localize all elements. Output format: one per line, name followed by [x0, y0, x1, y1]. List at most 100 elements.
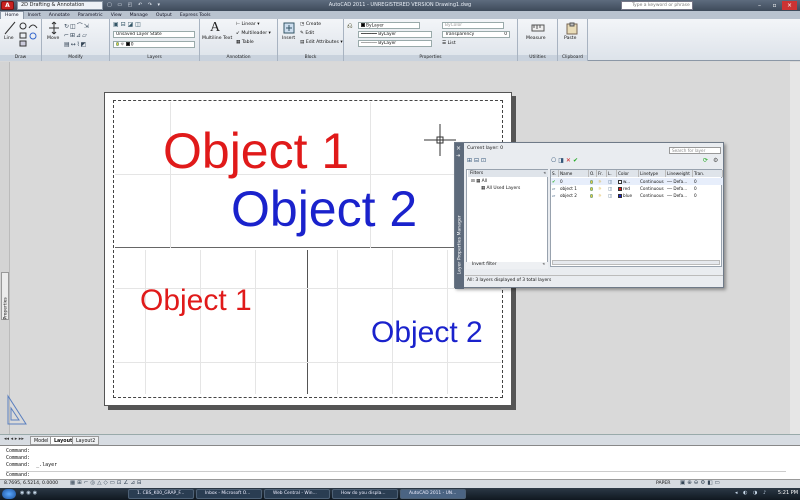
taskbar-item-active[interactable]: AutoCAD 2011 - UN...: [400, 489, 466, 499]
multiline-text-icon[interactable]: A: [210, 20, 220, 36]
column-header[interactable]: Color: [617, 170, 639, 177]
create-block-button[interactable]: ◳ Create: [300, 22, 321, 27]
layer-tools-icons[interactable]: ▣ ⊟ ◪ ◫: [113, 21, 153, 29]
collapse-icon[interactable]: «: [542, 262, 548, 267]
paste-icon[interactable]: [566, 22, 578, 35]
layer-lineweight[interactable]: ── Defa...: [667, 192, 693, 199]
column-header[interactable]: L.: [607, 170, 617, 177]
multileader-button[interactable]: ↙ Multileader ▾: [236, 31, 271, 36]
annotation-panel-title[interactable]: Annotation: [200, 55, 277, 61]
layer-name[interactable]: object 2: [560, 192, 589, 199]
modify-panel-title[interactable]: Modify: [42, 55, 109, 61]
linetype-dropdown[interactable]: ────── ByLayer: [358, 40, 432, 47]
taskbar-item[interactable]: Web Central - Win...: [264, 489, 330, 499]
layer-row[interactable]: ✔ 0 ☼ ◫ w... Continuous ── Defa... 0: [551, 178, 723, 185]
modify-tools-icons[interactable]: ↻◫⌒⇲ ⌐⊞⊿▱ ▤↔⌇◩: [64, 22, 108, 48]
line-icon[interactable]: [4, 21, 16, 35]
tree-node-used[interactable]: ▦ All Used Layers: [481, 186, 520, 191]
column-header[interactable]: Fr.: [597, 170, 607, 177]
minimize-icon[interactable]: –: [752, 1, 767, 10]
command-line-window[interactable]: Command: Command: Command: _.layer Comma…: [0, 445, 800, 479]
insert-block-icon[interactable]: [283, 22, 295, 34]
draw-panel-title[interactable]: Draw: [0, 55, 41, 61]
layer-lineweight[interactable]: ── Defa...: [667, 185, 693, 192]
tree-node-all[interactable]: ⊟ ▦ All: [471, 179, 487, 184]
column-header[interactable]: S.: [551, 170, 559, 177]
properties-palette-tab[interactable]: Properties: [1, 272, 9, 320]
palette-title-bar[interactable]: × ⇥ Layer Properties Manager: [455, 143, 464, 289]
column-header[interactable]: O.: [589, 170, 597, 177]
object-2-text-large[interactable]: Object 2: [231, 184, 417, 234]
bulb-icon[interactable]: [590, 192, 597, 199]
layer-color[interactable]: w...: [618, 178, 639, 185]
tab-navigation-arrows[interactable]: ◂◂ ◂ ▸ ▸▸: [4, 436, 24, 442]
object-1-text-small[interactable]: Object 1: [140, 286, 252, 316]
layer-name[interactable]: 0: [560, 178, 589, 185]
multiline-text-button[interactable]: Multiline Text: [202, 36, 232, 41]
taskbar-item[interactable]: Inbox - Microsoft O...: [196, 489, 262, 499]
layer-transparency[interactable]: 0: [694, 178, 722, 185]
viewport-bottom[interactable]: Object 1 Object 2: [115, 250, 501, 394]
properties-panel-title[interactable]: Properties: [344, 55, 517, 61]
layer-lineweight[interactable]: ── Defa...: [667, 178, 693, 185]
horizontal-scrollbar[interactable]: [552, 260, 720, 265]
layer-linetype[interactable]: Continuous: [640, 178, 666, 185]
unlock-icon[interactable]: ◫: [608, 178, 617, 185]
tab-layout2[interactable]: Layout2: [72, 436, 100, 445]
maximize-icon[interactable]: ▫: [767, 1, 782, 10]
unlock-icon[interactable]: ◫: [608, 185, 617, 192]
collapse-icon[interactable]: «: [543, 170, 548, 177]
current-layer-dropdown[interactable]: ☼ 0: [113, 41, 195, 48]
move-icon[interactable]: [48, 21, 60, 35]
match-properties-icon[interactable]: ⎌: [347, 22, 353, 31]
command-input[interactable]: Command:: [6, 471, 786, 478]
block-panel-title[interactable]: Block: [278, 55, 343, 61]
unlock-icon[interactable]: ◫: [608, 192, 617, 199]
column-header[interactable]: Tran.: [693, 170, 723, 177]
layer-transparency[interactable]: 0: [694, 185, 722, 192]
bulb-icon[interactable]: [590, 185, 597, 192]
layer-row[interactable]: ▱ object 1 ☼ ◫ red Continuous ── Defa...…: [551, 185, 723, 192]
sun-icon[interactable]: ☼: [598, 185, 607, 192]
layer-state-dropdown[interactable]: Unsaved Layer State: [113, 31, 195, 38]
coordinate-readout[interactable]: 8.7695, 6.5214, 0.0000: [4, 481, 58, 486]
refresh-icon[interactable]: ⟳: [703, 157, 708, 164]
paste-button[interactable]: Paste: [564, 36, 576, 41]
bulb-icon[interactable]: [590, 178, 597, 185]
taskbar-item[interactable]: 1. CBS_K00_GRAP_F...: [128, 489, 194, 499]
column-header[interactable]: Name: [559, 170, 589, 177]
color-dropdown[interactable]: ByLayer: [358, 22, 420, 29]
close-icon[interactable]: ×: [782, 1, 797, 10]
filter-tools-icons[interactable]: ⊞⊟⊡: [467, 157, 488, 164]
paper-space-toggle[interactable]: PAPER: [656, 481, 670, 486]
layers-panel-title[interactable]: Layers: [110, 55, 199, 61]
settings-icon[interactable]: ⚙: [713, 157, 718, 164]
layer-row[interactable]: ▱ object 2 ☼ ◫ blue Continuous ── Defa..…: [551, 192, 723, 199]
move-button[interactable]: Move: [47, 36, 59, 41]
drafting-settings-icons[interactable]: ▦⊞⌐◎△◇▭⊡∠⊿⊟: [70, 480, 144, 486]
column-header[interactable]: Lineweight: [666, 170, 693, 177]
sun-icon[interactable]: ☼: [598, 178, 607, 185]
quick-launch-icons[interactable]: ◉◉◉: [20, 490, 39, 496]
linear-dimension-button[interactable]: ⊢ Linear ▾: [236, 22, 260, 27]
measure-icon[interactable]: [531, 22, 545, 34]
edit-block-button[interactable]: ✎ Edit: [300, 31, 314, 36]
layer-tools-icons[interactable]: ⎔◨✕✔: [551, 157, 580, 164]
auto-hide-icon[interactable]: ⇥: [456, 153, 460, 159]
lineweight-dropdown[interactable]: ━━━━━━ ByLayer: [358, 31, 432, 38]
object-2-text-small[interactable]: Object 2: [371, 318, 483, 348]
line-button[interactable]: Line: [4, 36, 14, 41]
system-tray-icons[interactable]: ◂ ◐ ◑ ♪: [735, 490, 768, 496]
layer-transparency[interactable]: 0: [694, 192, 722, 199]
draw-tools-icons[interactable]: [19, 22, 39, 48]
measure-button[interactable]: Measure: [526, 36, 546, 41]
layer-color[interactable]: red: [618, 185, 639, 192]
close-icon[interactable]: ×: [456, 145, 461, 152]
utilities-panel-title[interactable]: Utilities: [518, 55, 557, 61]
invert-filter-checkbox[interactable]: Invert filter «: [466, 262, 548, 269]
table-button[interactable]: ▦ Table: [236, 40, 254, 45]
help-search-input[interactable]: Type a keyword or phrase: [621, 1, 693, 10]
column-header[interactable]: Linetype: [639, 170, 666, 177]
edit-attributes-button[interactable]: ▤ Edit Attributes ▾: [300, 40, 343, 45]
layer-search-input[interactable]: Search for layer: [669, 147, 721, 154]
